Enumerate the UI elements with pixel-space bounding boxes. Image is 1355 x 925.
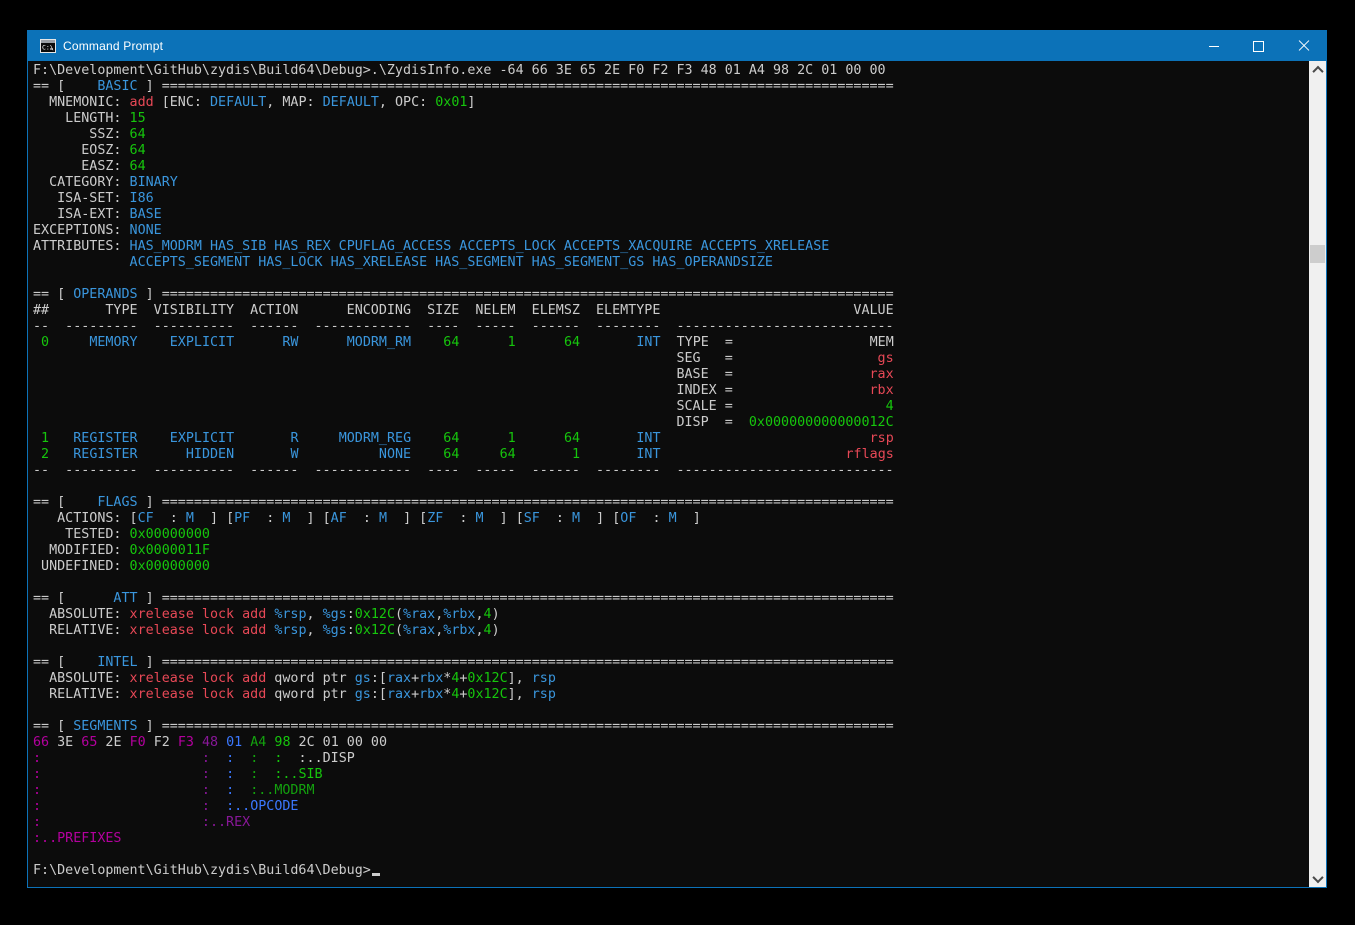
terminal-line: 1 REGISTER EXPLICIT R MODRM_REG 64 1 64 … <box>33 431 1309 447</box>
terminal-line: SCALE = 4 <box>33 399 1309 415</box>
window-controls <box>1191 31 1326 61</box>
scrollbar-thumb[interactable] <box>1310 245 1325 263</box>
terminal-line: LENGTH: 15 <box>33 111 1309 127</box>
terminal-line: DISP = 0x000000000000012C <box>33 415 1309 431</box>
chevron-down-icon <box>1312 871 1323 882</box>
terminal-line: : :..REX <box>33 815 1309 831</box>
terminal-line: :..PREFIXES <box>33 831 1309 847</box>
terminal-line: ISA-EXT: BASE <box>33 207 1309 223</box>
terminal-line: == [ SEGMENTS ] ========================… <box>33 719 1309 735</box>
terminal-line: UNDEFINED: 0x00000000 <box>33 559 1309 575</box>
terminal-line: : : : : : :..DISP <box>33 751 1309 767</box>
terminal-line: == [ OPERANDS ] ========================… <box>33 287 1309 303</box>
terminal-line: F:\Development\GitHub\zydis\Build64\Debu… <box>33 863 1309 879</box>
terminal-line: MNEMONIC: add [ENC: DEFAULT, MAP: DEFAUL… <box>33 95 1309 111</box>
window-body: F:\Development\GitHub\zydis\Build64\Debu… <box>28 61 1326 887</box>
close-button[interactable] <box>1281 31 1326 61</box>
terminal-line <box>33 479 1309 495</box>
terminal-line: == [ INTEL ] ===========================… <box>33 655 1309 671</box>
terminal-line: 66 3E 65 2E F0 F2 F3 48 01 A4 98 2C 01 0… <box>33 735 1309 751</box>
terminal-line: ATTRIBUTES: HAS_MODRM HAS_SIB HAS_REX CP… <box>33 239 1309 255</box>
terminal-line: TESTED: 0x00000000 <box>33 527 1309 543</box>
svg-text:C:\: C:\ <box>42 44 54 52</box>
terminal-line: 0 MEMORY EXPLICIT RW MODRM_RM 64 1 64 IN… <box>33 335 1309 351</box>
terminal-line: ISA-SET: I86 <box>33 191 1309 207</box>
window-title: Command Prompt <box>63 39 163 53</box>
titlebar[interactable]: C:\ Command Prompt <box>28 31 1326 61</box>
terminal-line: RELATIVE: xrelease lock add %rsp, %gs:0x… <box>33 623 1309 639</box>
terminal-line: ABSOLUTE: xrelease lock add %rsp, %gs:0x… <box>33 607 1309 623</box>
terminal-line: ABSOLUTE: xrelease lock add qword ptr gs… <box>33 671 1309 687</box>
terminal-line: RELATIVE: xrelease lock add qword ptr gs… <box>33 687 1309 703</box>
terminal-line: EXCEPTIONS: NONE <box>33 223 1309 239</box>
chevron-up-icon <box>1312 65 1323 76</box>
terminal-line: SSZ: 64 <box>33 127 1309 143</box>
terminal-line: EASZ: 64 <box>33 159 1309 175</box>
terminal-line: == [ ATT ] =============================… <box>33 591 1309 607</box>
scrollbar[interactable] <box>1309 61 1326 887</box>
terminal-line: SEG = gs <box>33 351 1309 367</box>
minimize-button[interactable] <box>1191 31 1236 61</box>
cmd-icon[interactable]: C:\ <box>40 38 56 54</box>
terminal-line: ACTIONS: [CF : M ] [PF : M ] [AF : M ] [… <box>33 511 1309 527</box>
terminal-line: : : :..OPCODE <box>33 799 1309 815</box>
scroll-down-button[interactable] <box>1309 870 1326 887</box>
close-icon <box>1298 40 1310 52</box>
terminal-line: EOSZ: 64 <box>33 143 1309 159</box>
terminal-line: CATEGORY: BINARY <box>33 175 1309 191</box>
terminal-line: BASE = rax <box>33 367 1309 383</box>
terminal-line <box>33 575 1309 591</box>
terminal-line: ACCEPTS_SEGMENT HAS_LOCK HAS_XRELEASE HA… <box>33 255 1309 271</box>
terminal-line <box>33 847 1309 863</box>
terminal-line: -- --------- ---------- ------ ---------… <box>33 463 1309 479</box>
terminal-line <box>33 639 1309 655</box>
terminal-line: == [ FLAGS ] ===========================… <box>33 495 1309 511</box>
terminal-line: 2 REGISTER HIDDEN W NONE 64 64 1 INT rfl… <box>33 447 1309 463</box>
terminal-line: INDEX = rbx <box>33 383 1309 399</box>
terminal-line: -- --------- ---------- ------ ---------… <box>33 319 1309 335</box>
terminal-line: == [ BASIC ] ===========================… <box>33 79 1309 95</box>
terminal-line <box>33 271 1309 287</box>
terminal-line <box>33 703 1309 719</box>
terminal-line: : : : : :..SIB <box>33 767 1309 783</box>
terminal-line: : : : :..MODRM <box>33 783 1309 799</box>
terminal-window: C:\ Command Prompt F:\Development\GitHub… <box>27 30 1327 888</box>
terminal-line: ## TYPE VISIBILITY ACTION ENCODING SIZE … <box>33 303 1309 319</box>
terminal-line: MODIFIED: 0x0000011F <box>33 543 1309 559</box>
minimize-icon <box>1209 46 1219 47</box>
terminal-output[interactable]: F:\Development\GitHub\zydis\Build64\Debu… <box>28 61 1309 887</box>
terminal-line: F:\Development\GitHub\zydis\Build64\Debu… <box>33 63 1309 79</box>
scroll-up-button[interactable] <box>1309 61 1326 78</box>
maximize-button[interactable] <box>1236 31 1281 61</box>
maximize-icon <box>1253 41 1264 52</box>
terminal-cursor <box>372 873 380 876</box>
